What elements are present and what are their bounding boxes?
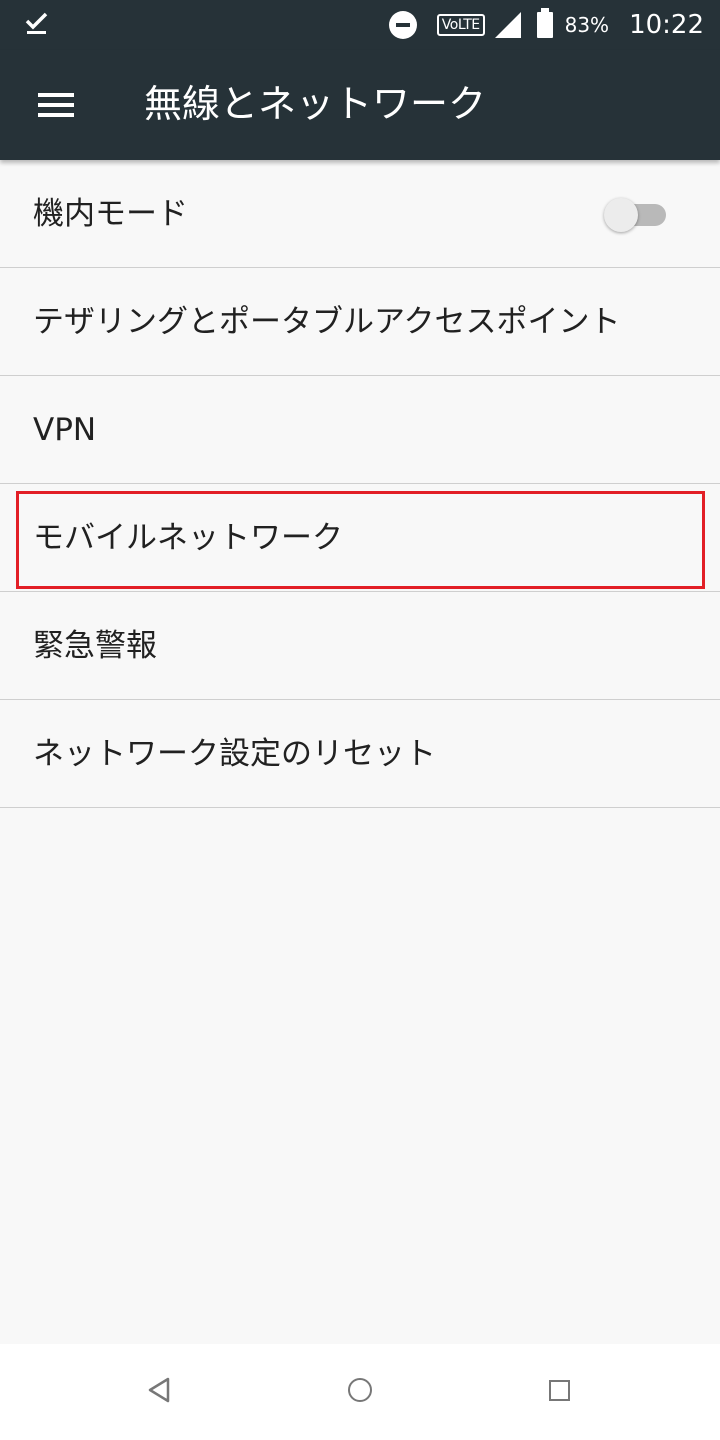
toggle-thumb	[604, 198, 638, 232]
do-not-disturb-icon	[388, 11, 417, 39]
hamburger-menu-icon[interactable]	[28, 80, 84, 130]
battery-percent: 83%	[564, 13, 610, 37]
cell-signal-icon	[494, 12, 521, 38]
back-triangle-icon[interactable]	[146, 1376, 172, 1404]
page-title: 無線とネットワーク	[144, 82, 487, 126]
volte-label: VoLTE	[436, 14, 485, 36]
status-bar: VoLTE 83% 10:22	[0, 0, 720, 50]
settings-item-label: テザリングとポータブルアクセスポイント	[33, 304, 621, 340]
settings-item-label: モバイルネットワーク	[33, 520, 343, 556]
settings-item-tethering[interactable]: テザリングとポータブルアクセスポイント	[0, 268, 720, 376]
settings-item-airplane-mode[interactable]: 機内モード	[0, 160, 720, 268]
settings-item-network-reset[interactable]: ネットワーク設定のリセット	[0, 700, 720, 808]
check-download-icon	[25, 12, 48, 34]
settings-item-label: VPN	[33, 412, 97, 448]
home-circle-icon[interactable]	[348, 1378, 372, 1402]
battery-icon	[536, 8, 553, 38]
airplane-mode-toggle[interactable]	[604, 197, 666, 232]
settings-item-vpn[interactable]: VPN	[0, 376, 720, 484]
app-bar: 無線とネットワーク	[0, 50, 720, 160]
settings-list: 機内モード テザリングとポータブルアクセスポイント VPN モバイルネットワーク…	[0, 160, 720, 808]
navigation-bar	[0, 1344, 720, 1440]
status-icons: VoLTE 83% 10:22	[388, 0, 704, 50]
settings-item-label: 緊急警報	[33, 628, 157, 664]
settings-item-label: ネットワーク設定のリセット	[33, 736, 436, 772]
settings-item-emergency-alerts[interactable]: 緊急警報	[0, 592, 720, 700]
recents-square-icon[interactable]	[549, 1380, 570, 1401]
settings-item-mobile-network[interactable]: モバイルネットワーク	[0, 484, 720, 592]
clock: 10:22	[629, 10, 704, 40]
settings-item-label: 機内モード	[33, 196, 188, 232]
